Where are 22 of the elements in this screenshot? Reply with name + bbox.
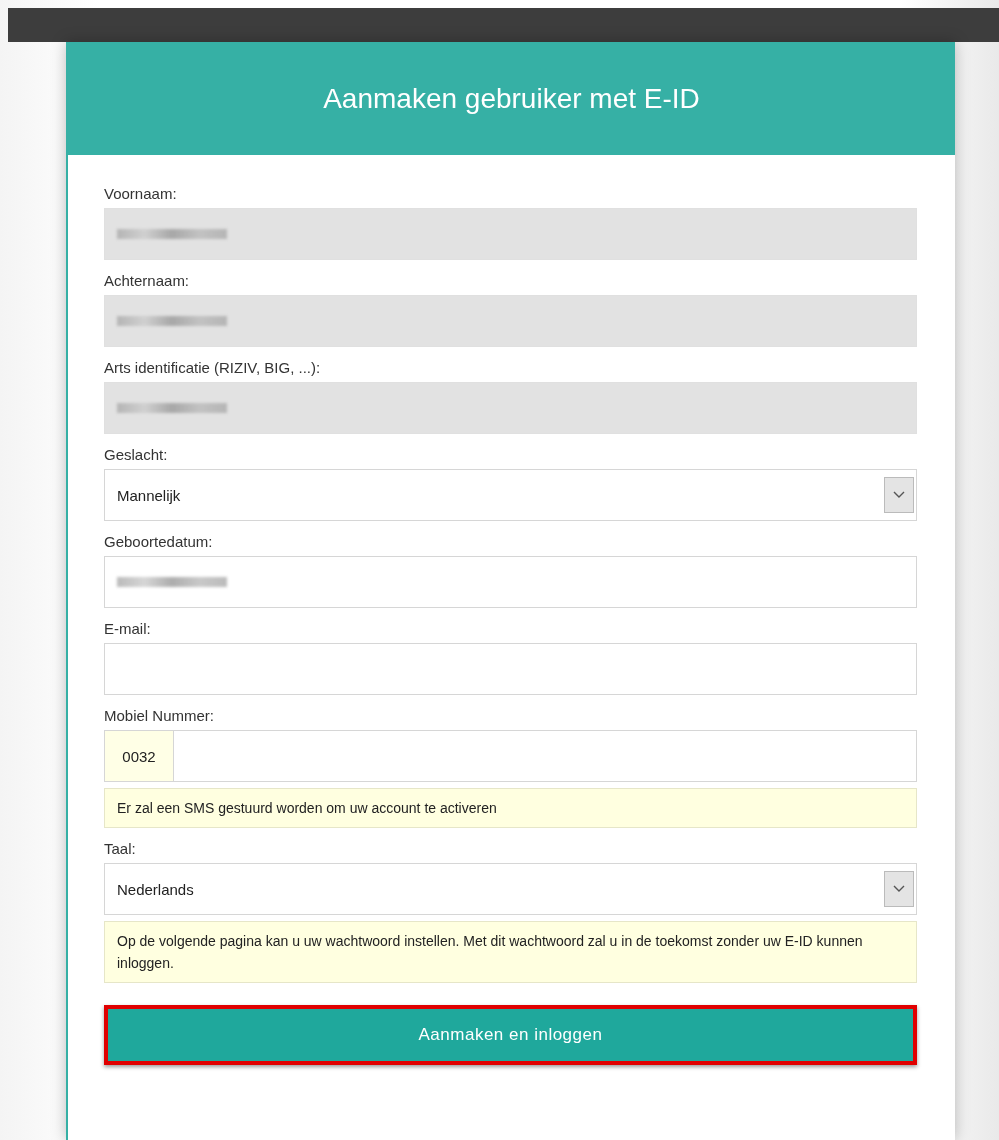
readonly-field[interactable]: [104, 382, 917, 434]
field-label: Geboortedatum:: [104, 533, 214, 550]
form-title: Aanmaken gebruiker met E-ID: [323, 82, 700, 115]
info-notice: Er zal een SMS gestuurd worden om uw account te activeren: [104, 788, 917, 828]
field-label: Voornaam:: [104, 185, 178, 202]
phone-field[interactable]: 0032: [104, 730, 917, 782]
readonly-field[interactable]: [104, 208, 917, 260]
select-field[interactable]: Mannelijk: [104, 469, 917, 521]
chevron-down-icon: [893, 491, 905, 499]
field-label: Arts identificatie (RIZIV, BIG, ...):: [104, 359, 322, 376]
field-label: Achternaam:: [104, 272, 191, 289]
info-notice: Op de volgende pagina kan u uw wachtwoord instellen. Met dit wachtwoord zal u in de toekomst zonder uw E-ID kunnen inloggen.: [104, 921, 917, 983]
readonly-field[interactable]: [104, 295, 917, 347]
field-label: Geslacht:: [104, 446, 169, 463]
input-field[interactable]: [104, 643, 917, 695]
select-field[interactable]: Nederlands: [104, 863, 917, 915]
field-label: Taal:: [104, 840, 137, 857]
field-label: E-mail:: [104, 620, 152, 637]
field-label: Mobiel Nummer:: [104, 707, 216, 724]
input-field[interactable]: [104, 556, 917, 608]
chevron-down-icon: [893, 885, 905, 893]
country-code: 0032: [105, 731, 174, 781]
